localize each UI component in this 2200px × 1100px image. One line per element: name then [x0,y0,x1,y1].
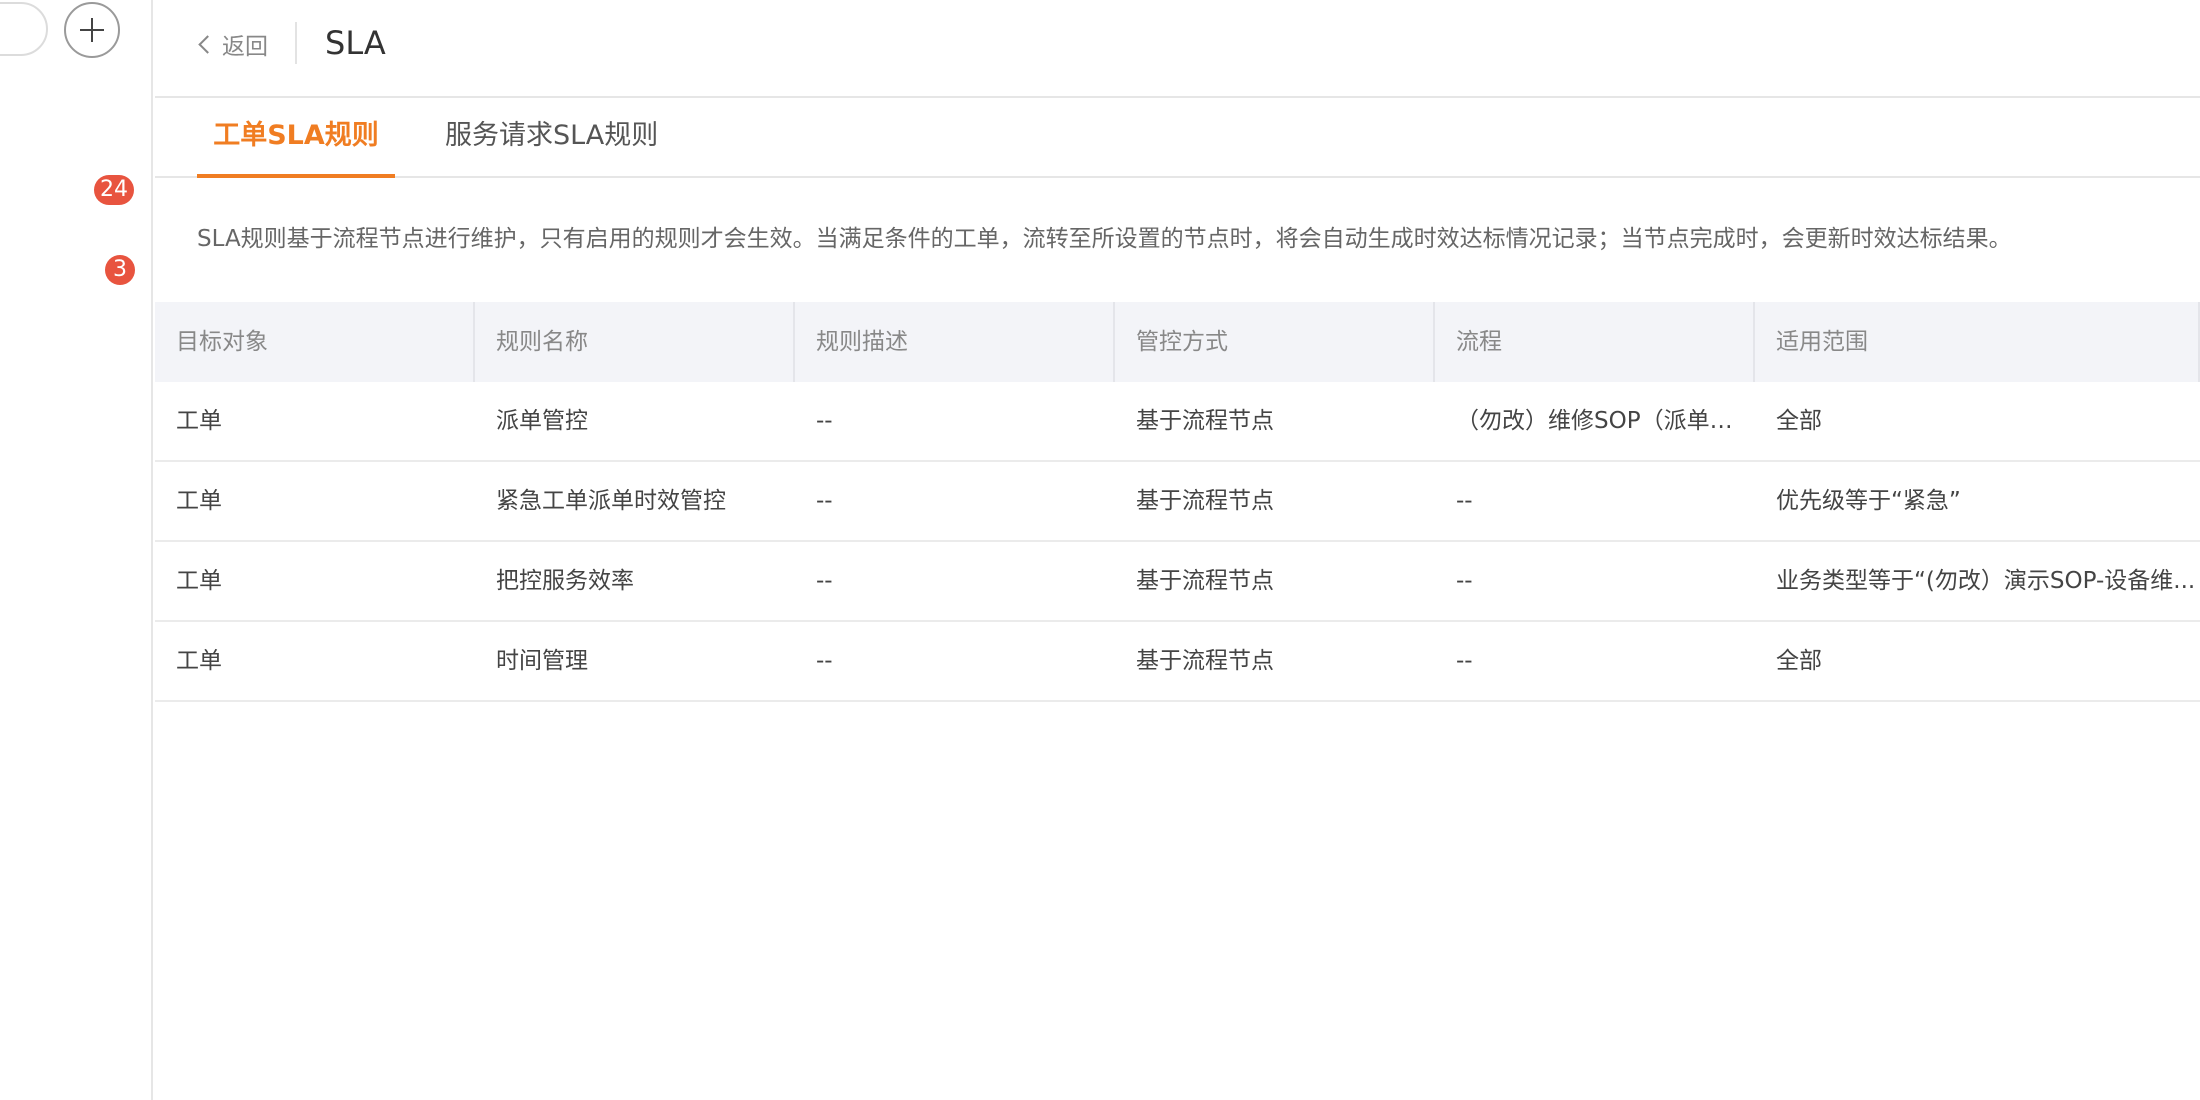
cell-description: -- [816,488,833,514]
tab-bar: 工单SLA规则 服务请求SLA规则 [155,96,2200,178]
cell-description: -- [816,408,833,434]
cell-description: -- [816,648,833,674]
notification-badge: 24 [94,175,134,205]
cell-rule-name: 把控服务效率 [496,568,634,594]
cell-control-mode: 基于流程节点 [1136,568,1274,594]
table-row[interactable]: 工单 派单管控 -- 基于流程节点 （勿改）维修SOP（派单+维修+验收） 全部 [155,382,2200,462]
left-sidebar: 24 3 [0,0,153,1100]
cell-process: -- [1456,488,1473,514]
chevron-left-icon [198,35,217,54]
back-button[interactable]: 返回 [198,26,268,62]
cell-process: -- [1456,568,1473,594]
table-row[interactable]: 工单 把控服务效率 -- 基于流程节点 -- 业务类型等于“(勿改）演示SOP-… [155,542,2200,622]
cell-description: -- [816,568,833,594]
column-header: 规则名称 [475,302,795,382]
cell-target: 工单 [176,488,222,514]
tab-ticket-sla[interactable]: 工单SLA规则 [197,96,395,178]
cell-scope: 业务类型等于“(勿改）演示SOP-设备维... [1776,568,2196,594]
table-row[interactable]: 工单 紧急工单派单时效管控 -- 基于流程节点 -- 优先级等于“紧急” [155,462,2200,542]
cell-target: 工单 [176,408,222,434]
header-divider [295,22,297,64]
column-header: 流程 [1435,302,1755,382]
table-row[interactable]: 工单 时间管理 -- 基于流程节点 -- 全部 [155,622,2200,702]
search-pill[interactable] [0,2,48,56]
table-header: 目标对象 规则名称 规则描述 管控方式 流程 适用范围 [155,302,2200,382]
cell-scope: 全部 [1776,408,1822,434]
cell-process: -- [1456,648,1473,674]
cell-rule-name: 派单管控 [496,408,588,434]
cell-rule-name: 时间管理 [496,648,588,674]
column-header: 规则描述 [795,302,1115,382]
cell-control-mode: 基于流程节点 [1136,408,1274,434]
column-header: 管控方式 [1115,302,1435,382]
cell-scope: 优先级等于“紧急” [1776,488,1961,514]
column-header: 目标对象 [155,302,475,382]
page-header: 返回 SLA [155,0,2200,98]
tab-service-request-sla[interactable]: 服务请求SLA规则 [445,96,658,176]
cell-rule-name: 紧急工单派单时效管控 [496,488,726,514]
column-header: 适用范围 [1755,302,2200,382]
page-title: SLA [325,24,386,62]
info-notice: SLA规则基于流程节点进行维护，只有启用的规则才会生效。当满足条件的工单，流转至… [197,226,2012,252]
cell-scope: 全部 [1776,648,1822,674]
cell-process: （勿改）维修SOP（派单+维修+验收） [1456,408,1755,434]
cell-target: 工单 [176,568,222,594]
cell-target: 工单 [176,648,222,674]
back-label: 返回 [222,34,268,60]
cell-control-mode: 基于流程节点 [1136,648,1274,674]
cell-control-mode: 基于流程节点 [1136,488,1274,514]
notification-badge: 3 [105,255,135,285]
sla-rules-table: 目标对象 规则名称 规则描述 管控方式 流程 适用范围 工单 派单管控 -- 基… [155,302,2200,702]
add-button[interactable] [64,2,120,58]
